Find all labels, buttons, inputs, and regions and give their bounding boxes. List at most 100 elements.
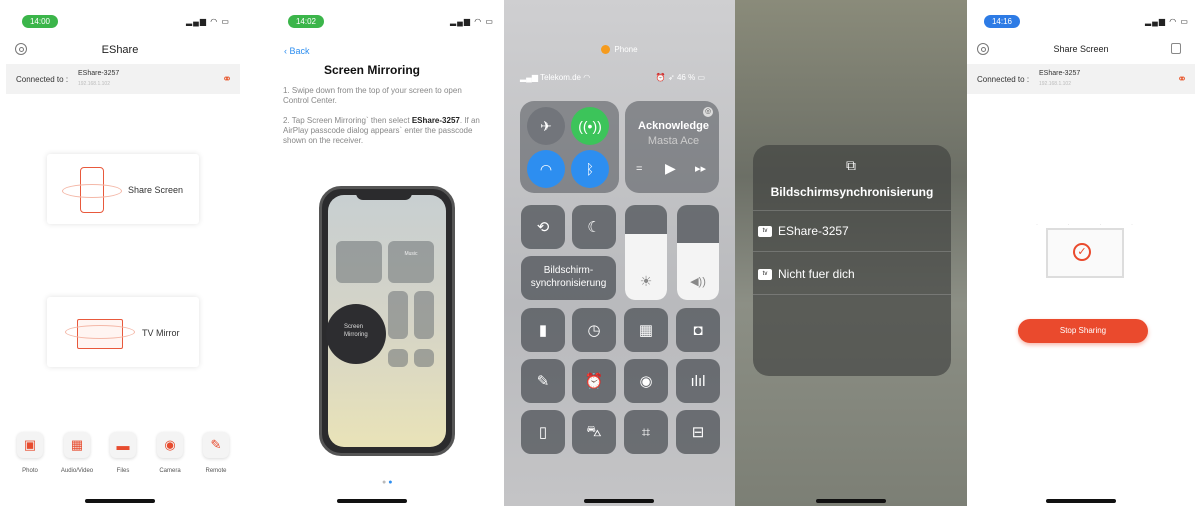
voice-memo-button[interactable]: ılıl [676, 359, 720, 403]
home-indicator [1046, 499, 1116, 503]
screen-mirroring-button[interactable]: Bildschirm- synchronisierung [521, 256, 616, 300]
toolbar-label: Camera [159, 468, 181, 474]
waveform-icon: ılıl [690, 372, 706, 390]
toolbar-files[interactable]: ▬ Files [106, 432, 140, 474]
qr-scanner-button[interactable]: ⌗ [624, 410, 668, 454]
step2-device: EShare-3257 [411, 116, 460, 125]
screen-mirroring-highlight: Screen Mirroring [326, 304, 386, 364]
remote-icon: ✎ [203, 432, 229, 458]
screenshot-collage: 14:00 ▂▄▆ ◠ ▭ EShare Connected to : ESha… [0, 0, 1195, 506]
orientation-lock-button[interactable]: ⟲ [521, 205, 565, 249]
remote-icon: ▯ [538, 424, 548, 441]
sun-icon: ☀ [639, 273, 653, 289]
toolbar-label: Files [116, 468, 130, 474]
device-name: Nicht fuer dich [778, 267, 855, 281]
toolbar-label: Photo [22, 468, 38, 474]
device-name: EShare-3257 [778, 224, 849, 238]
toolbar-audio-video[interactable]: ▦ Audio/Video [60, 432, 94, 474]
wifi-toggle[interactable]: ◠ [527, 150, 565, 188]
page-title: Screen Mirroring [323, 63, 421, 77]
brightness-slider[interactable]: ☀ [625, 205, 667, 300]
mini-volume [414, 291, 434, 339]
screen-mirroring-label: Bildschirm- synchronisierung [530, 265, 607, 289]
camera-button[interactable]: ◘ [676, 308, 720, 352]
back-label: Back [289, 46, 310, 56]
connection-bar: Connected to : EShare-3257 192.168.1.102… [6, 64, 240, 94]
battery-percent: 46 % [676, 73, 696, 82]
tv-mirror-card[interactable]: TV Mirror [47, 297, 199, 367]
home-indicator [337, 499, 407, 503]
stop-sharing-button[interactable]: Stop Sharing [1018, 319, 1148, 343]
status-time: 14:16 [984, 15, 1020, 28]
play-icon[interactable]: ▶ [665, 160, 676, 177]
phone-icon [601, 45, 611, 55]
divider [753, 294, 951, 295]
active-call-indicator: Phone [504, 45, 735, 55]
mirror-circle-label: Screen Mirroring [344, 324, 368, 338]
screen-mirroring-help-panel: 14:02 ▂▄▆ ◠ ▭ ‹ Back Screen Mirroring 1.… [240, 0, 504, 506]
alarm-button[interactable]: ⏰ [572, 359, 616, 403]
alarm-icon: ⏰ [584, 373, 604, 390]
connected-device-name: EShare-3257 [1039, 70, 1081, 77]
toolbar-label: Audio/Video [60, 468, 94, 474]
flashlight-button[interactable]: ▮ [521, 308, 565, 352]
cellular-toggle[interactable]: ((•)) [571, 107, 609, 145]
remote-button[interactable]: ▯ [521, 410, 565, 454]
mirroring-device-sheet [753, 145, 951, 376]
screen-record-button[interactable]: ◉ [624, 359, 668, 403]
do-not-disturb-button[interactable]: ☾ [572, 205, 616, 249]
appletv-icon: tv [758, 269, 772, 281]
toolbar-camera[interactable]: ◉ Camera [153, 432, 187, 474]
toolbar-label: Remote [205, 468, 227, 474]
connected-device-ip: 192.168.1.102 [1039, 81, 1071, 87]
bed-icon: ⊟ [691, 424, 705, 441]
airplay-icon[interactable]: ◎ [703, 107, 713, 117]
volume-slider[interactable]: ◀)) [677, 205, 719, 300]
check-icon: ✓ [1073, 243, 1091, 261]
battery-label: ⏰ ➶ 46 % ▭ [655, 73, 705, 82]
divider [753, 210, 951, 211]
device-row-eshare[interactable]: tv EShare-3257 [758, 224, 948, 238]
mini-music-block: Music [388, 241, 434, 283]
qr-code-icon: ⌗ [641, 423, 651, 441]
flashlight-icon: ▮ [538, 322, 548, 339]
carplay-button[interactable]: ⛍ [572, 410, 616, 454]
airplane-mode-toggle[interactable]: ✈ [527, 107, 565, 145]
folder-icon: ▬ [110, 432, 136, 458]
carrier-label: ▂▄▆ Telekom.de ◠ [520, 73, 591, 82]
toolbar-remote[interactable]: ✎ Remote [199, 432, 233, 474]
sleep-button[interactable]: ⊟ [676, 410, 720, 454]
instruction-step-1: 1. Swipe down from the top of your scree… [283, 86, 462, 105]
device-row-other[interactable]: tv Nicht fuer dich [758, 267, 948, 281]
mini-music-label: Music [404, 251, 418, 257]
home-indicator [85, 499, 155, 503]
back-button[interactable]: ‹ Back [284, 46, 310, 56]
bluetooth-toggle[interactable]: ᛒ [571, 150, 609, 188]
mini-calc [388, 349, 408, 367]
connection-bar: Connected to : EShare-3257 192.168.1.102… [967, 64, 1195, 94]
forward-icon[interactable]: ▸▸ [695, 162, 706, 175]
timer-button[interactable]: ◷ [572, 308, 616, 352]
notes-button[interactable]: ✎ [521, 359, 565, 403]
share-screen-card[interactable]: Share Screen [47, 154, 199, 224]
divider [753, 251, 951, 252]
link-icon[interactable]: ⚭ [222, 72, 232, 86]
wifi-icon: ◠ [539, 160, 553, 177]
toolbar-photo[interactable]: ▣ Photo [13, 432, 47, 474]
status-icons: ▂▄▆ ◠ ▭ [1145, 17, 1189, 26]
iphone-notch [356, 189, 412, 200]
status-icons: ▂▄▆ ◠ ▭ [450, 17, 494, 26]
screen-mirroring-icon: ⧉ [846, 157, 856, 173]
camera-icon: ◉ [157, 432, 183, 458]
mini-connectivity-block [336, 241, 382, 283]
orbit-decoration [62, 184, 122, 198]
car-icon: ⛍ [586, 422, 602, 440]
qr-scan-icon[interactable] [1171, 43, 1181, 54]
link-icon[interactable]: ⚭ [1177, 72, 1187, 86]
calculator-button[interactable]: ▦ [624, 308, 668, 352]
connected-label: Connected to : [977, 75, 1030, 84]
tv-mirror-label: TV Mirror [142, 328, 180, 338]
status-time: 14:02 [288, 15, 324, 28]
appletv-icon: tv [758, 226, 772, 238]
stop-icon[interactable]: = [636, 163, 642, 175]
